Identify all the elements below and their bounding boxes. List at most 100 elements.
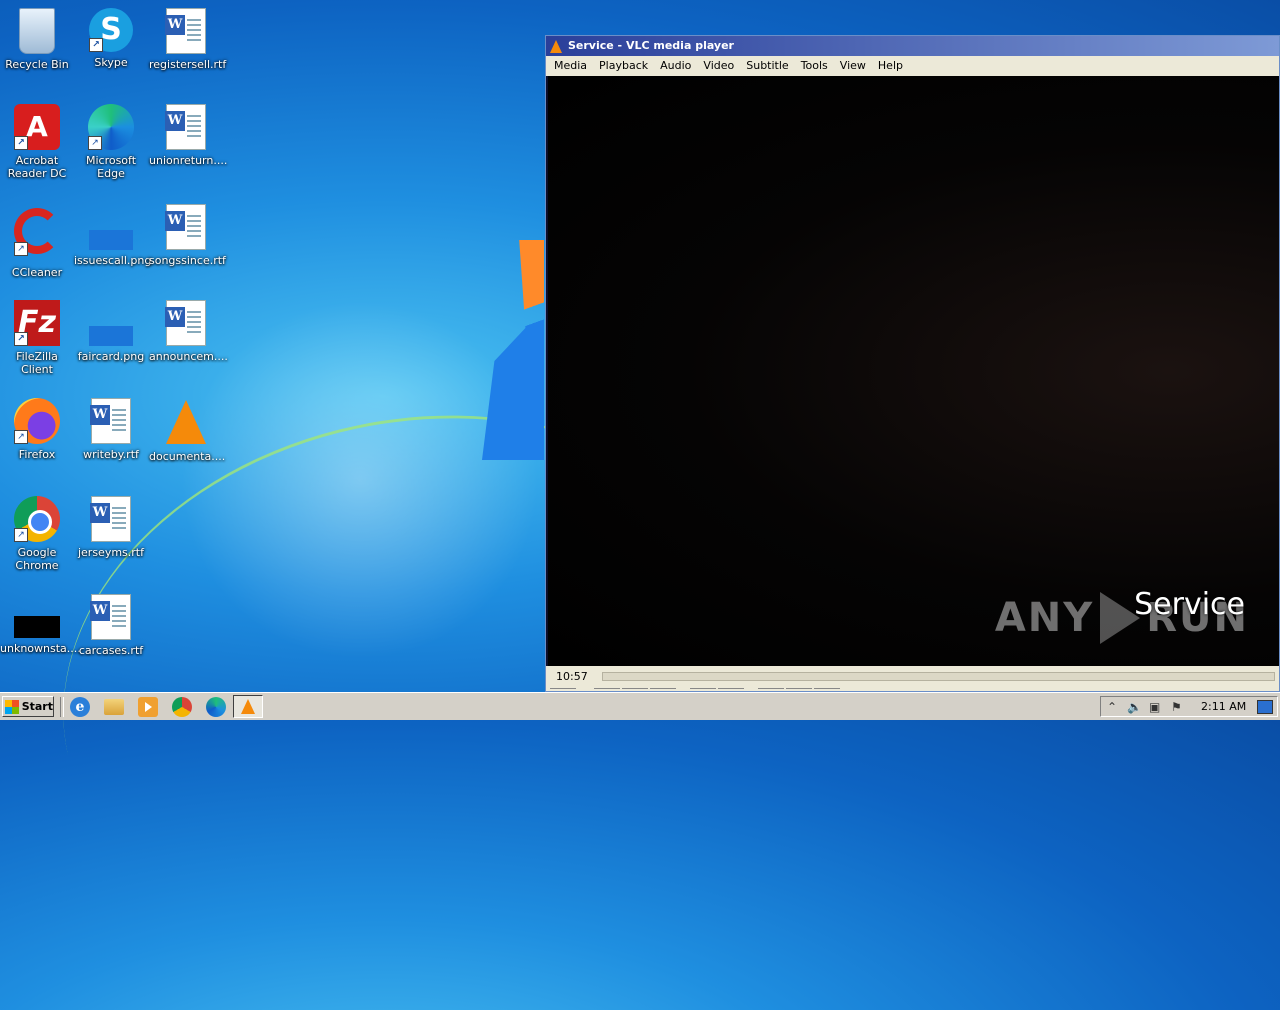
- desktop-icon-acrobat[interactable]: A ↗ Acrobat Reader DC: [0, 104, 74, 180]
- firefox-icon: ↗: [14, 398, 60, 444]
- video-area[interactable]: ANY RUN Service: [548, 76, 1279, 666]
- desktop-icon-label: Microsoft Edge: [85, 154, 137, 180]
- desktop-icon-faircard[interactable]: faircard.png: [74, 300, 148, 363]
- desktop-icon-edge[interactable]: ↗ Microsoft Edge: [74, 104, 148, 180]
- chrome-icon: ↗: [14, 496, 60, 542]
- window-title: Service - VLC media player: [568, 39, 734, 52]
- desktop-icon-label: unknownsta....: [0, 642, 81, 655]
- desktop-icon-documenta[interactable]: documenta....: [149, 398, 226, 463]
- action-center-flag-icon[interactable]: ⚑: [1171, 700, 1182, 714]
- word-document-icon: W: [90, 594, 131, 640]
- word-document-icon: W: [165, 8, 206, 54]
- desktop-icon-filezilla[interactable]: Fz ↗ FileZilla Client: [0, 300, 74, 376]
- desktop-icon-label: faircard.png: [77, 350, 145, 363]
- desktop-icon-writeby[interactable]: W writeby.rtf: [74, 398, 148, 461]
- start-button[interactable]: Start: [2, 696, 54, 717]
- taskbar-vlc-button[interactable]: [233, 695, 263, 718]
- desktop-icon-ccleaner[interactable]: ↗ CCleaner: [0, 204, 74, 279]
- desktop-icon-label: songssince.rtf: [149, 254, 226, 267]
- chrome-taskbar-icon[interactable]: [172, 697, 192, 717]
- menu-audio[interactable]: Audio: [654, 56, 697, 76]
- start-label: Start: [21, 700, 53, 713]
- desktop-icon-label: unionreturn....: [149, 154, 228, 167]
- desktop-icon-label: Acrobat Reader DC: [7, 154, 67, 180]
- shortcut-arrow-icon: ↗: [14, 136, 28, 150]
- desktop-icon-label: announcem....: [149, 350, 228, 363]
- desktop-icon-issuescall[interactable]: issuescall.png: [74, 204, 152, 267]
- shortcut-arrow-icon: ↗: [89, 38, 103, 52]
- clock[interactable]: 2:11 AM: [1201, 700, 1246, 713]
- desktop-icon-unionreturn[interactable]: W unionreturn....: [149, 104, 228, 167]
- desktop-icon-firefox[interactable]: ↗ Firefox: [0, 398, 74, 461]
- subtitle-text: Service: [1134, 587, 1245, 622]
- skype-icon: S ↗: [89, 8, 133, 52]
- internet-explorer-icon[interactable]: e: [70, 697, 90, 717]
- menu-tools[interactable]: Tools: [795, 56, 834, 76]
- image-file-icon: [89, 230, 133, 250]
- ccleaner-icon: ↗: [14, 208, 60, 256]
- word-document-icon: W: [165, 300, 206, 346]
- desktop-icon-label: jerseyms.rtf: [77, 546, 144, 559]
- windows-logo-wallpaper: [482, 240, 544, 460]
- desktop-icon-label: FileZilla Client: [16, 350, 58, 376]
- vlc-controls: 10:57: [546, 666, 1279, 691]
- watermark-text-left: ANY: [994, 595, 1095, 641]
- desktop-icon-label: carcases.rtf: [78, 644, 144, 657]
- vlc-window: Service - VLC media player Media Playbac…: [545, 35, 1280, 692]
- desktop-icon-carcases[interactable]: W carcases.rtf: [74, 594, 148, 657]
- file-explorer-icon[interactable]: [104, 699, 124, 715]
- desktop-icon-skype[interactable]: S ↗ Skype: [74, 8, 148, 69]
- edge-icon: ↗: [88, 104, 134, 150]
- desktop-icon-chrome[interactable]: ↗ Google Chrome: [0, 496, 74, 572]
- black-file-icon: [14, 616, 60, 638]
- menu-subtitle[interactable]: Subtitle: [740, 56, 794, 76]
- desktop-icon-recycle-bin[interactable]: Recycle Bin: [0, 8, 74, 71]
- show-hidden-icons-icon[interactable]: ⌃: [1107, 700, 1117, 714]
- menu-playback[interactable]: Playback: [593, 56, 654, 76]
- volume-icon[interactable]: 🔈: [1127, 700, 1142, 714]
- vlc-menubar: Media Playback Audio Video Subtitle Tool…: [546, 56, 1279, 76]
- desktop-icon-label: CCleaner: [11, 266, 63, 279]
- vlc-icon: [550, 39, 562, 53]
- desktop-icon-label: registersell.rtf: [149, 58, 227, 71]
- taskbar-separator: [60, 697, 64, 717]
- menu-view[interactable]: View: [834, 56, 872, 76]
- vlc-icon: [241, 699, 255, 714]
- desktop-icon-label: issuescall.png: [74, 254, 152, 267]
- network-icon[interactable]: ▣: [1149, 700, 1160, 714]
- menu-video[interactable]: Video: [697, 56, 740, 76]
- desktop-icon-label: Firefox: [18, 448, 56, 461]
- desktop-icon-label: Google Chrome: [15, 546, 59, 572]
- shortcut-arrow-icon: ↗: [14, 528, 28, 542]
- show-desktop-icon[interactable]: [1257, 700, 1273, 714]
- vlc-titlebar[interactable]: Service - VLC media player: [546, 36, 1279, 56]
- shortcut-arrow-icon: ↗: [14, 430, 28, 444]
- desktop-icon-label: Skype: [94, 56, 128, 69]
- wallpaper-glow: [180, 300, 540, 660]
- desktop-icon-unknownsta[interactable]: unknownsta....: [0, 594, 81, 655]
- desktop-icon-label: writeby.rtf: [83, 448, 139, 461]
- seek-bar[interactable]: [602, 672, 1275, 681]
- menu-help[interactable]: Help: [872, 56, 909, 76]
- system-tray: ⌃ 🔈 ▣ ⚑ 2:11 AM: [1100, 696, 1278, 717]
- shortcut-arrow-icon: ↗: [14, 332, 28, 346]
- shortcut-arrow-icon: ↗: [88, 136, 102, 150]
- desktop-icon-jerseyms[interactable]: W jerseyms.rtf: [74, 496, 148, 559]
- word-document-icon: W: [90, 398, 131, 444]
- windows-flag-icon: [5, 699, 19, 714]
- desktop-icon-label: Recycle Bin: [5, 58, 69, 71]
- desktop-icon-label: documenta....: [149, 450, 226, 463]
- filezilla-icon: Fz ↗: [14, 300, 60, 346]
- shortcut-arrow-icon: ↗: [14, 242, 28, 256]
- taskbar: Start e ⌃ 🔈 ▣ ⚑ 2:11 AM: [0, 692, 1280, 720]
- recycle-bin-icon: [19, 8, 55, 54]
- desktop-icon-announcem[interactable]: W announcem....: [149, 300, 228, 363]
- desktop-icon-registersell[interactable]: W registersell.rtf: [149, 8, 227, 71]
- word-document-icon: W: [90, 496, 131, 542]
- word-document-icon: W: [165, 104, 206, 150]
- vlc-icon: [166, 400, 206, 444]
- media-player-icon[interactable]: [138, 697, 158, 717]
- menu-media[interactable]: Media: [548, 56, 593, 76]
- edge-taskbar-icon[interactable]: [206, 697, 226, 717]
- desktop-icon-songssince[interactable]: W songssince.rtf: [149, 204, 226, 267]
